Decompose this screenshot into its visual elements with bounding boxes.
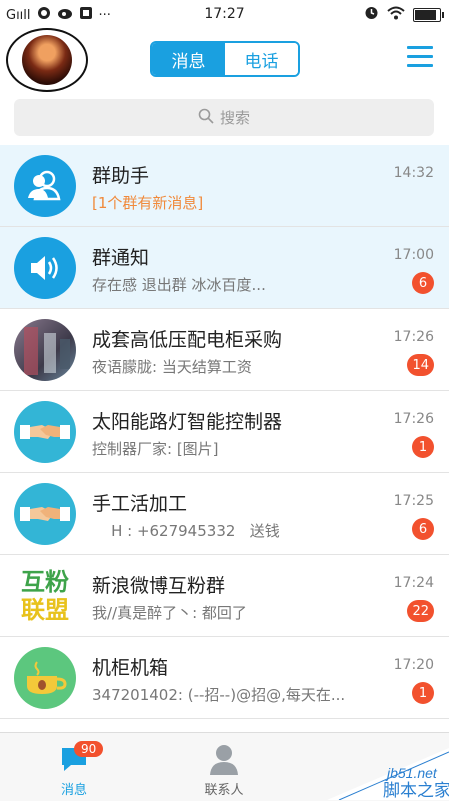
conversation-preview: 夜语朦胧: 当天结算工资 [92, 358, 252, 376]
conversation-row-group-notice[interactable]: 群通知 存在感 退出群 冰冰百度... 17:00 6 [0, 227, 449, 309]
hufen-logo-top: 互粉 [21, 568, 69, 596]
conversation-preview: 347201402: (--招--)@招@,每天在... [92, 686, 346, 704]
alarm-icon [364, 5, 379, 24]
watermark-name: 脚本之家 [383, 781, 449, 800]
conversation-row-group-helper[interactable]: 群助手 [1个群有新消息] 14:32 [0, 145, 449, 227]
profile-avatar-button[interactable] [6, 28, 88, 92]
conversation-row-cabinet[interactable]: 机柜机箱 347201402: (--招--)@招@,每天在... 17:20 … [0, 637, 449, 719]
conversation-name: 成套高低压配电柜采购 [92, 329, 283, 351]
watermark-site: jb51.net [385, 765, 438, 781]
hufen-logo: 互粉 联盟 [14, 565, 76, 627]
header: 消息 电话 [0, 28, 449, 92]
conversation-name: 手工活加工 [92, 493, 188, 515]
conversation-preview: 存在感 退出群 冰冰百度... [92, 276, 266, 294]
unread-badge: 6 [412, 272, 434, 294]
handshake-icon [14, 483, 76, 545]
tab-messages[interactable]: 消息 [152, 43, 225, 75]
tab-label: 联系人 [204, 783, 244, 798]
group-helper-icon [14, 155, 76, 217]
conversation-name: 太阳能路灯智能控制器 [92, 411, 283, 433]
conversation-preview: [1个群有新消息] [92, 194, 204, 212]
photo-avatar [14, 319, 76, 381]
conversation-list: 群助手 [1个群有新消息] 14:32 群通知 存在感 退出群 冰冰百度... … [0, 145, 449, 719]
unread-badge: 6 [412, 518, 434, 540]
watermark: jb51.net 脚本之家 [299, 748, 449, 801]
conversation-name: 群通知 [92, 247, 150, 269]
conversation-preview: 我//真是醉了丶: 都回了 [92, 604, 247, 622]
conversation-row-switchgear[interactable]: 成套高低压配电柜采购 夜语朦胧: 当天结算工资 17:26 14 [0, 309, 449, 391]
conversation-time: 17:26 [393, 329, 434, 345]
search-icon [198, 108, 214, 128]
conversation-row-solar[interactable]: 太阳能路灯智能控制器 控制器厂家: [图片] 17:26 1 [0, 391, 449, 473]
coffee-cup-icon [14, 647, 76, 709]
conversation-name: 机柜机箱 [92, 657, 169, 679]
conversation-preview: 控制器厂家: [图片] [92, 440, 219, 458]
messages-unread-badge: 90 [74, 741, 104, 757]
conversation-time: 17:25 [393, 493, 434, 509]
status-right [364, 5, 444, 24]
search-bar[interactable]: 搜索 [14, 99, 434, 136]
wifi-icon [387, 6, 405, 24]
conversation-row-handwork[interactable]: 手工活加工 H : +627945332 送钱 17:25 6 [0, 473, 449, 555]
status-bar: Gııll ··· 17:27 [0, 0, 449, 28]
unread-badge: 14 [407, 354, 434, 376]
tab-calls[interactable]: 电话 [225, 43, 298, 75]
speaker-icon [14, 237, 76, 299]
conversation-name: 群助手 [92, 165, 150, 187]
unread-badge: 1 [412, 436, 434, 458]
message-call-switch: 消息 电话 [150, 41, 300, 77]
handshake-icon [14, 401, 76, 463]
unread-badge: 22 [407, 600, 434, 622]
menu-icon[interactable] [407, 46, 433, 68]
conversation-time: 17:26 [393, 411, 434, 427]
conversation-name: 新浪微博互粉群 [92, 575, 226, 597]
conversation-time: 17:00 [393, 247, 434, 263]
conversation-preview: H : +627945332 送钱 [92, 522, 280, 540]
battery-icon [413, 7, 444, 22]
conversation-time: 17:24 [393, 575, 434, 591]
avatar [22, 35, 72, 85]
hufen-logo-bottom: 联盟 [21, 596, 69, 624]
tab-label: 消息 [60, 783, 87, 798]
contact-person-icon [209, 743, 239, 779]
unread-badge: 1 [412, 682, 434, 704]
conversation-time: 14:32 [393, 165, 434, 181]
conversation-time: 17:20 [393, 657, 434, 673]
conversation-row-weibo[interactable]: 互粉 联盟 新浪微博互粉群 我//真是醉了丶: 都回了 17:24 22 [0, 555, 449, 637]
search-placeholder: 搜索 [219, 109, 250, 127]
